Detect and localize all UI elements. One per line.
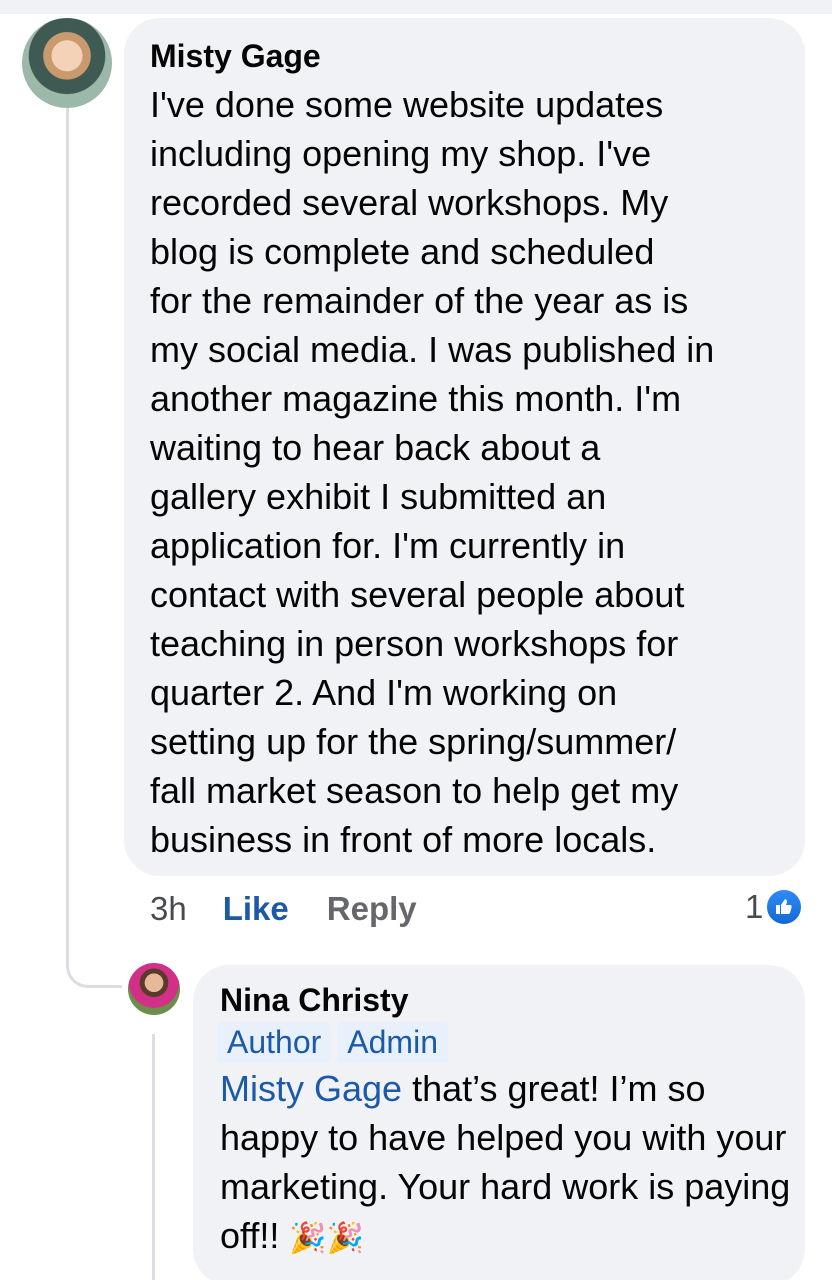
comment-thread: Misty Gage I've done some website update…: [0, 0, 832, 1280]
thread-line: [66, 104, 69, 966]
author-badge: Author: [217, 1022, 332, 1063]
comment-actions: 3h Like Reply: [150, 890, 417, 928]
author-badges: Author Admin: [217, 1022, 448, 1063]
comment-text: I've done some website updates including…: [150, 84, 715, 860]
reaction-count: 1: [745, 888, 764, 925]
thread-connector: [66, 940, 122, 988]
comment-author-name[interactable]: Misty Gage: [150, 38, 321, 75]
like-thumb-icon: [765, 888, 804, 926]
party-popper-icon: 🎉🎉: [289, 1222, 365, 1255]
reply-author-name[interactable]: Nina Christy: [220, 982, 408, 1019]
comment-timestamp[interactable]: 3h: [150, 890, 187, 928]
reaction-summary[interactable]: 1: [745, 888, 804, 926]
avatar-misty-gage[interactable]: [22, 18, 112, 108]
top-divider: [0, 0, 832, 14]
admin-badge: Admin: [337, 1022, 448, 1063]
avatar-nina-christy[interactable]: [128, 963, 180, 1015]
reply-text-block: Misty Gage that’s great! I’m so happy to…: [220, 1064, 795, 1263]
reply-button[interactable]: Reply: [327, 890, 417, 928]
like-button[interactable]: Like: [223, 890, 289, 928]
reply-thread-line: [152, 1034, 155, 1280]
mention-link[interactable]: Misty Gage: [220, 1068, 402, 1109]
